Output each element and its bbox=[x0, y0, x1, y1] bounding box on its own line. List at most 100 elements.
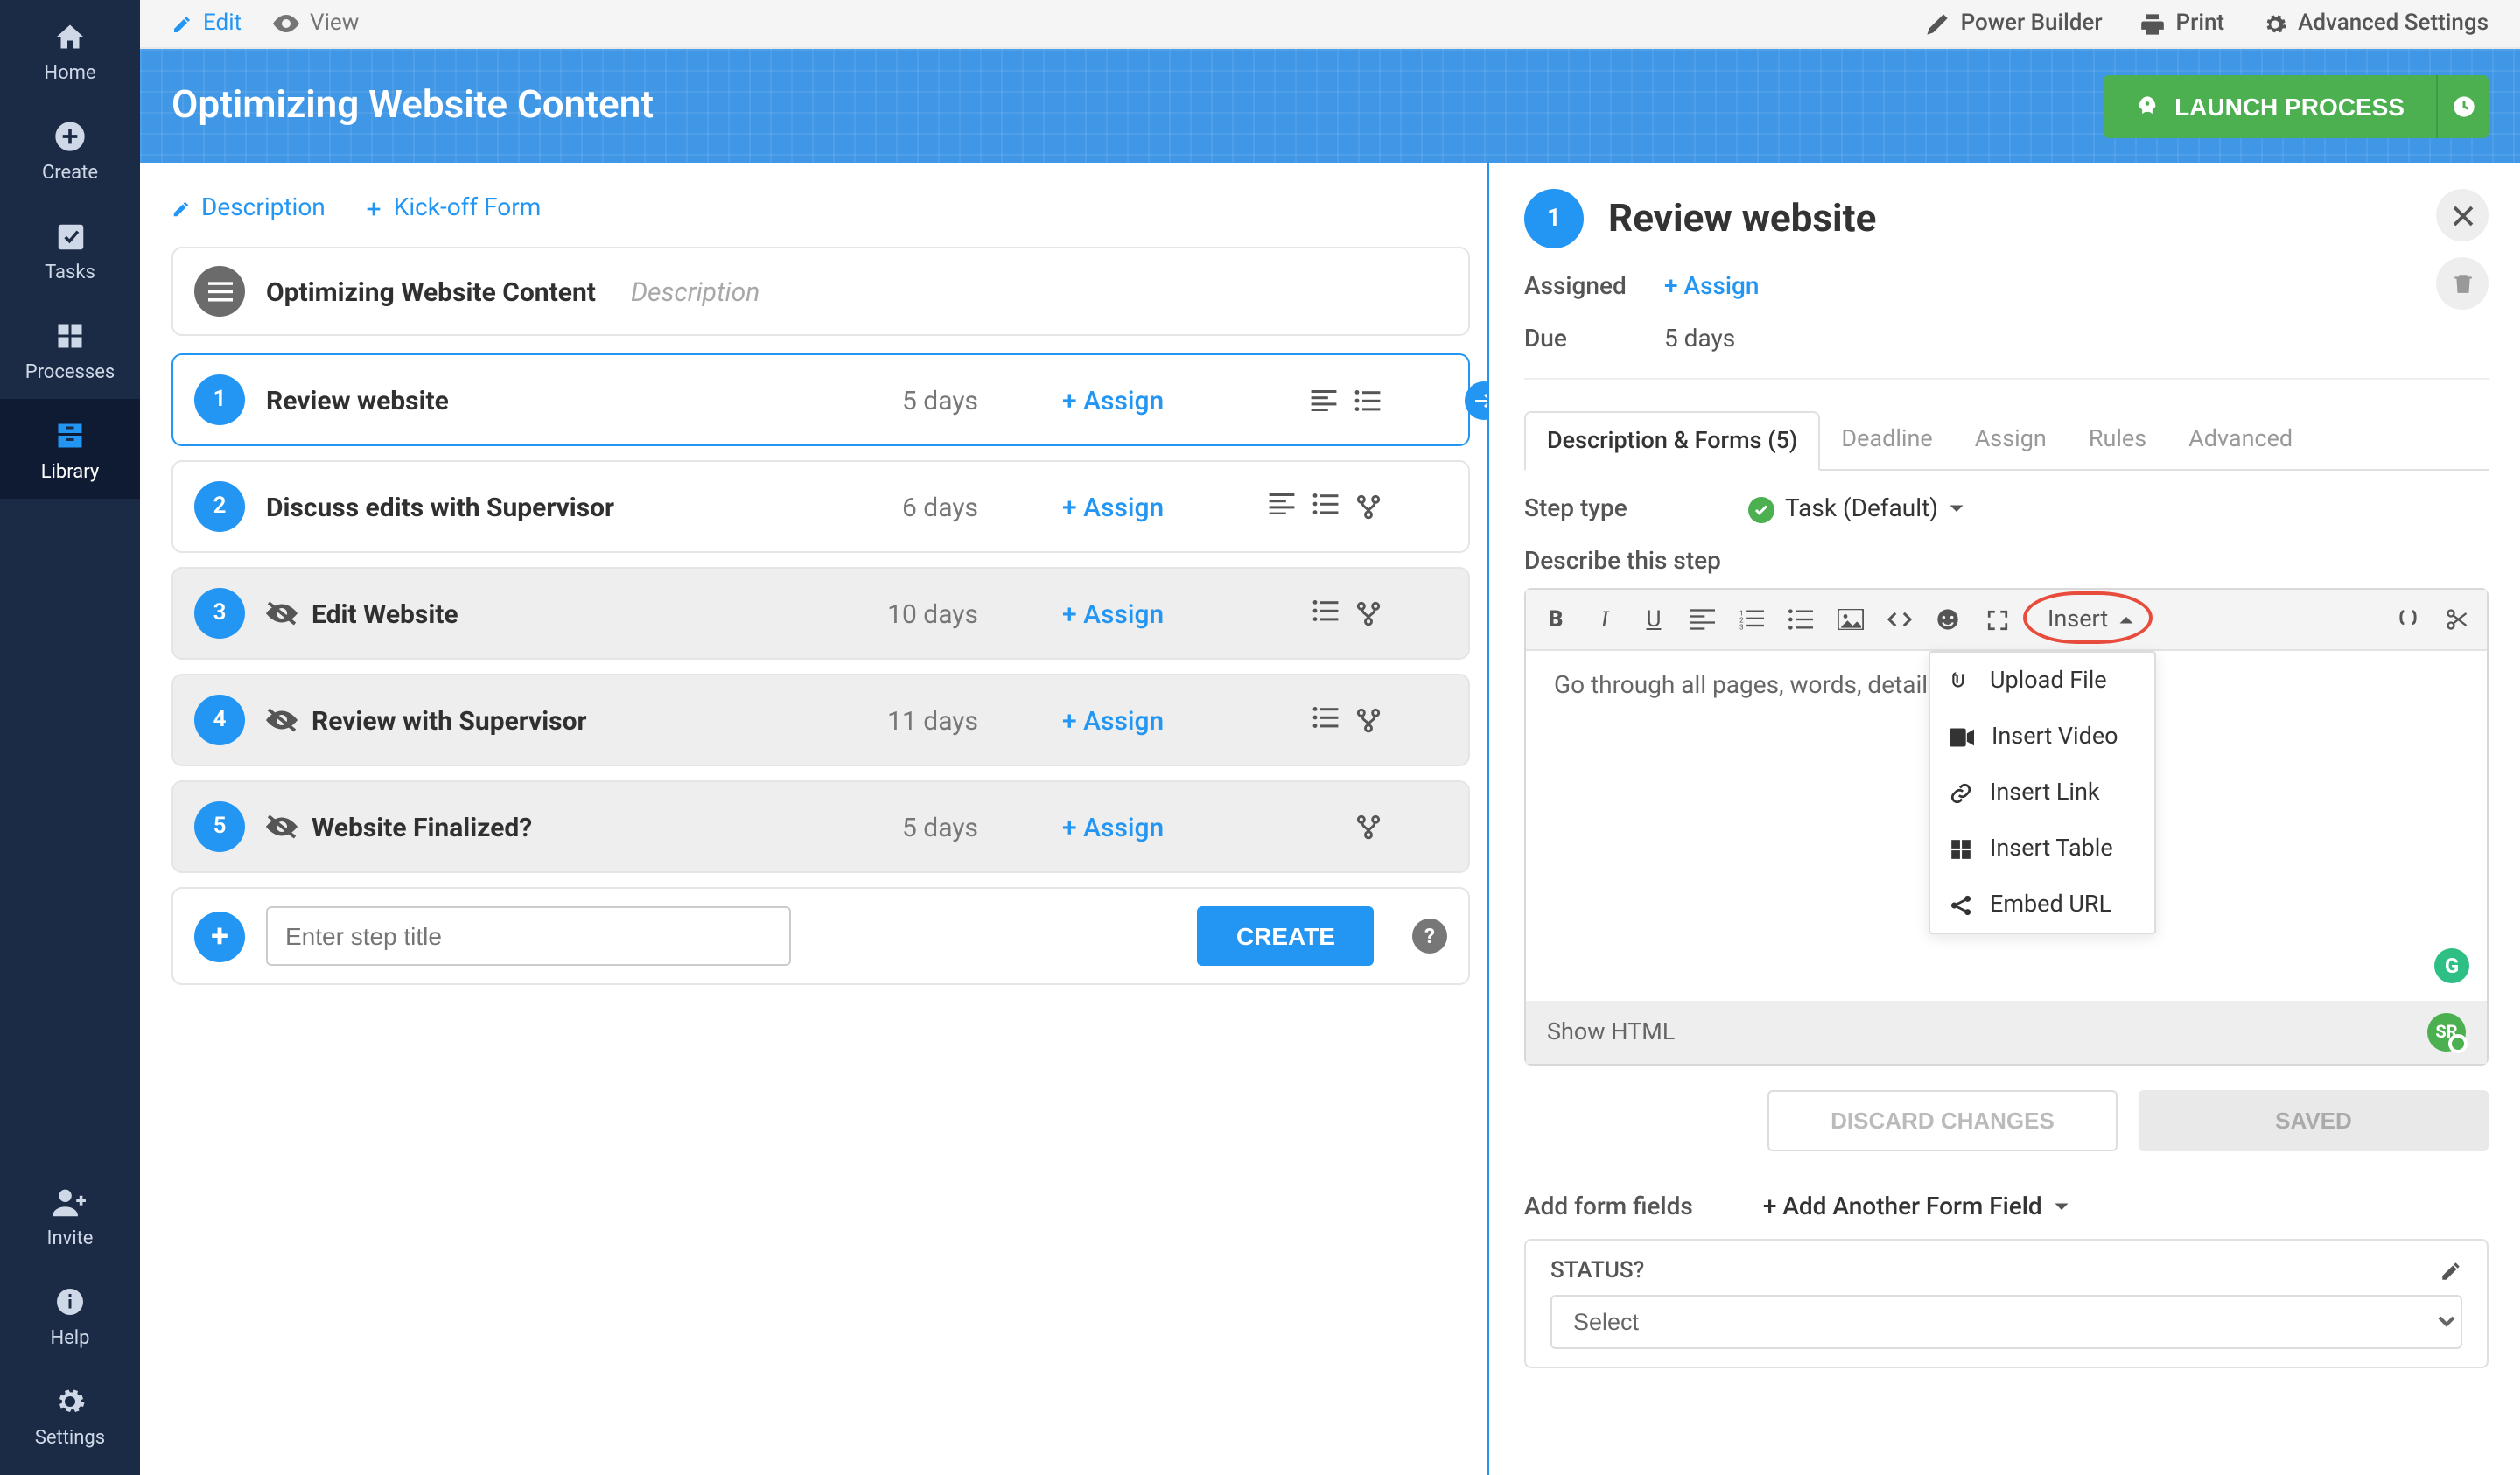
branch-icon[interactable] bbox=[1356, 814, 1381, 840]
tab-assign[interactable]: Assign bbox=[1954, 411, 2068, 469]
insert-embed-url[interactable]: Embed URL bbox=[1930, 877, 2154, 933]
check-circle-icon bbox=[1748, 496, 1774, 522]
user-plus-icon bbox=[51, 1183, 89, 1221]
step-row[interactable]: 4Review with Supervisor11 days+ Assign bbox=[172, 674, 1470, 766]
code-button[interactable] bbox=[1883, 604, 1914, 635]
step-number: 4 bbox=[194, 695, 245, 745]
tab-rules[interactable]: Rules bbox=[2068, 411, 2167, 469]
subnav-kickoff[interactable]: Kick-off Form bbox=[364, 194, 542, 222]
page-title: Optimizing Website Content bbox=[172, 84, 654, 128]
hidden-icon bbox=[266, 707, 298, 733]
launch-schedule-button[interactable] bbox=[2436, 74, 2488, 137]
close-panel-button[interactable] bbox=[2436, 189, 2488, 241]
dd-icon bbox=[1950, 837, 1972, 860]
subnav-description[interactable]: Description bbox=[172, 194, 326, 222]
mode-edit[interactable]: Edit bbox=[172, 10, 242, 37]
delete-step-button[interactable] bbox=[2436, 257, 2488, 310]
branch-icon[interactable] bbox=[1356, 493, 1381, 520]
italic-button[interactable]: I bbox=[1589, 604, 1620, 635]
advanced-settings-link[interactable]: Advanced Settings bbox=[2263, 10, 2488, 37]
step-row[interactable]: 1Review website5 days+ Assign bbox=[172, 353, 1470, 446]
align-button[interactable] bbox=[1687, 604, 1718, 635]
assign-link[interactable]: + Assign bbox=[1664, 273, 1760, 301]
nav-create[interactable]: Create bbox=[0, 100, 140, 199]
show-html-button[interactable]: Show HTML bbox=[1547, 1018, 1675, 1046]
edit-field-button[interactable] bbox=[2440, 1260, 2462, 1283]
nav-help[interactable]: Help bbox=[0, 1265, 140, 1365]
help-badge[interactable]: ? bbox=[1412, 919, 1447, 954]
step-assign[interactable]: + Assign bbox=[1062, 811, 1164, 842]
bold-button[interactable]: B bbox=[1540, 604, 1572, 635]
nav-library[interactable]: Library bbox=[0, 399, 140, 499]
new-step-row: + CREATE ? bbox=[172, 887, 1470, 985]
step-due: 11 days bbox=[812, 704, 978, 736]
list-icon[interactable] bbox=[1354, 389, 1381, 410]
dd-icon bbox=[1950, 893, 1972, 916]
align-icon[interactable] bbox=[1269, 493, 1295, 520]
nav-label: Processes bbox=[25, 360, 116, 383]
tab-advanced[interactable]: Advanced bbox=[2167, 411, 2314, 469]
app-sidebar: Home Create Tasks Processes Library Invi… bbox=[0, 0, 140, 1475]
discard-button[interactable]: DISCARD CHANGES bbox=[1768, 1090, 2118, 1151]
step-row[interactable]: 2Discuss edits with Supervisor6 days+ As… bbox=[172, 460, 1470, 553]
insert-upload-file[interactable]: Upload File bbox=[1930, 653, 2154, 709]
ol-button[interactable]: 123 bbox=[1736, 604, 1768, 635]
template-header-row[interactable]: Optimizing Website Content Description bbox=[172, 247, 1470, 336]
user-avatar[interactable]: SR bbox=[2427, 1013, 2466, 1052]
tab-description[interactable]: Description & Forms (5) bbox=[1524, 411, 1820, 471]
nav-invite[interactable]: Invite bbox=[0, 1165, 140, 1265]
field-select[interactable]: Select bbox=[1550, 1295, 2462, 1349]
nav-home[interactable]: Home bbox=[0, 0, 140, 100]
print-link[interactable]: Print bbox=[2141, 10, 2225, 37]
svg-text:3: 3 bbox=[1740, 623, 1744, 630]
list-icon[interactable] bbox=[1312, 707, 1339, 733]
mode-view[interactable]: View bbox=[273, 10, 359, 37]
grammarly-icon[interactable]: G bbox=[2434, 948, 2469, 983]
launch-process-button[interactable]: LAUNCH PROCESS bbox=[2103, 74, 2436, 137]
image-button[interactable] bbox=[1834, 604, 1866, 635]
add-step-button[interactable]: + bbox=[194, 911, 245, 961]
ul-button[interactable] bbox=[1785, 604, 1816, 635]
step-assign[interactable]: + Assign bbox=[1062, 384, 1164, 416]
nav-settings[interactable]: Settings bbox=[0, 1365, 140, 1465]
step-assign[interactable]: + Assign bbox=[1062, 704, 1164, 736]
variables-button[interactable] bbox=[2392, 604, 2424, 635]
underline-button[interactable]: U bbox=[1638, 604, 1670, 635]
tab-deadline[interactable]: Deadline bbox=[1820, 411, 1953, 469]
arrow-right-icon[interactable] bbox=[1465, 381, 1488, 419]
list-icon[interactable] bbox=[1312, 600, 1339, 626]
rocket-icon bbox=[2134, 92, 2159, 120]
new-step-input[interactable] bbox=[266, 906, 791, 966]
add-another-field-button[interactable]: + Add Another Form Field bbox=[1763, 1193, 2070, 1221]
emoji-button[interactable] bbox=[1932, 604, 1964, 635]
branch-icon[interactable] bbox=[1356, 600, 1381, 626]
fullscreen-button[interactable] bbox=[1981, 604, 2012, 635]
nav-label: Home bbox=[44, 61, 95, 84]
scissors-button[interactable] bbox=[2441, 604, 2473, 635]
dd-icon bbox=[1950, 727, 1974, 746]
create-step-button[interactable]: CREATE bbox=[1198, 906, 1374, 966]
detail-panel: 1 Review website Assigned+ Assign Due5 d… bbox=[1488, 163, 2520, 1475]
nav-tasks[interactable]: Tasks bbox=[0, 199, 140, 299]
list-icon[interactable] bbox=[1312, 493, 1339, 520]
steptype-value[interactable]: Task (Default) bbox=[1748, 495, 1966, 523]
align-icon[interactable] bbox=[1311, 389, 1337, 410]
archive-icon bbox=[51, 416, 89, 455]
editor-body[interactable]: Go through all pages, words, details, Up… bbox=[1526, 651, 2487, 1001]
power-builder-link[interactable]: Power Builder bbox=[1926, 10, 2103, 37]
step-due: 5 days bbox=[812, 811, 978, 842]
step-assign[interactable]: + Assign bbox=[1062, 491, 1164, 522]
branch-icon[interactable] bbox=[1356, 707, 1381, 733]
rich-editor: B I U 123 Insert bbox=[1524, 588, 2488, 1066]
insert-insert-link[interactable]: Insert Link bbox=[1930, 765, 2154, 821]
insert-insert-video[interactable]: Insert Video bbox=[1930, 709, 2154, 765]
step-row[interactable]: 3Edit Website10 days+ Assign bbox=[172, 567, 1470, 660]
insert-insert-table[interactable]: Insert Table bbox=[1930, 821, 2154, 877]
step-assign[interactable]: + Assign bbox=[1062, 598, 1164, 629]
insert-button[interactable]: Insert bbox=[2037, 600, 2145, 639]
step-row[interactable]: 5Website Finalized?5 days+ Assign bbox=[172, 780, 1470, 873]
page-header: Optimizing Website Content LAUNCH PROCES… bbox=[140, 49, 2520, 163]
topbar: Edit View Power Builder Print Advanced S… bbox=[140, 0, 2520, 49]
saved-button[interactable]: SAVED bbox=[2138, 1090, 2488, 1151]
nav-processes[interactable]: Processes bbox=[0, 299, 140, 399]
